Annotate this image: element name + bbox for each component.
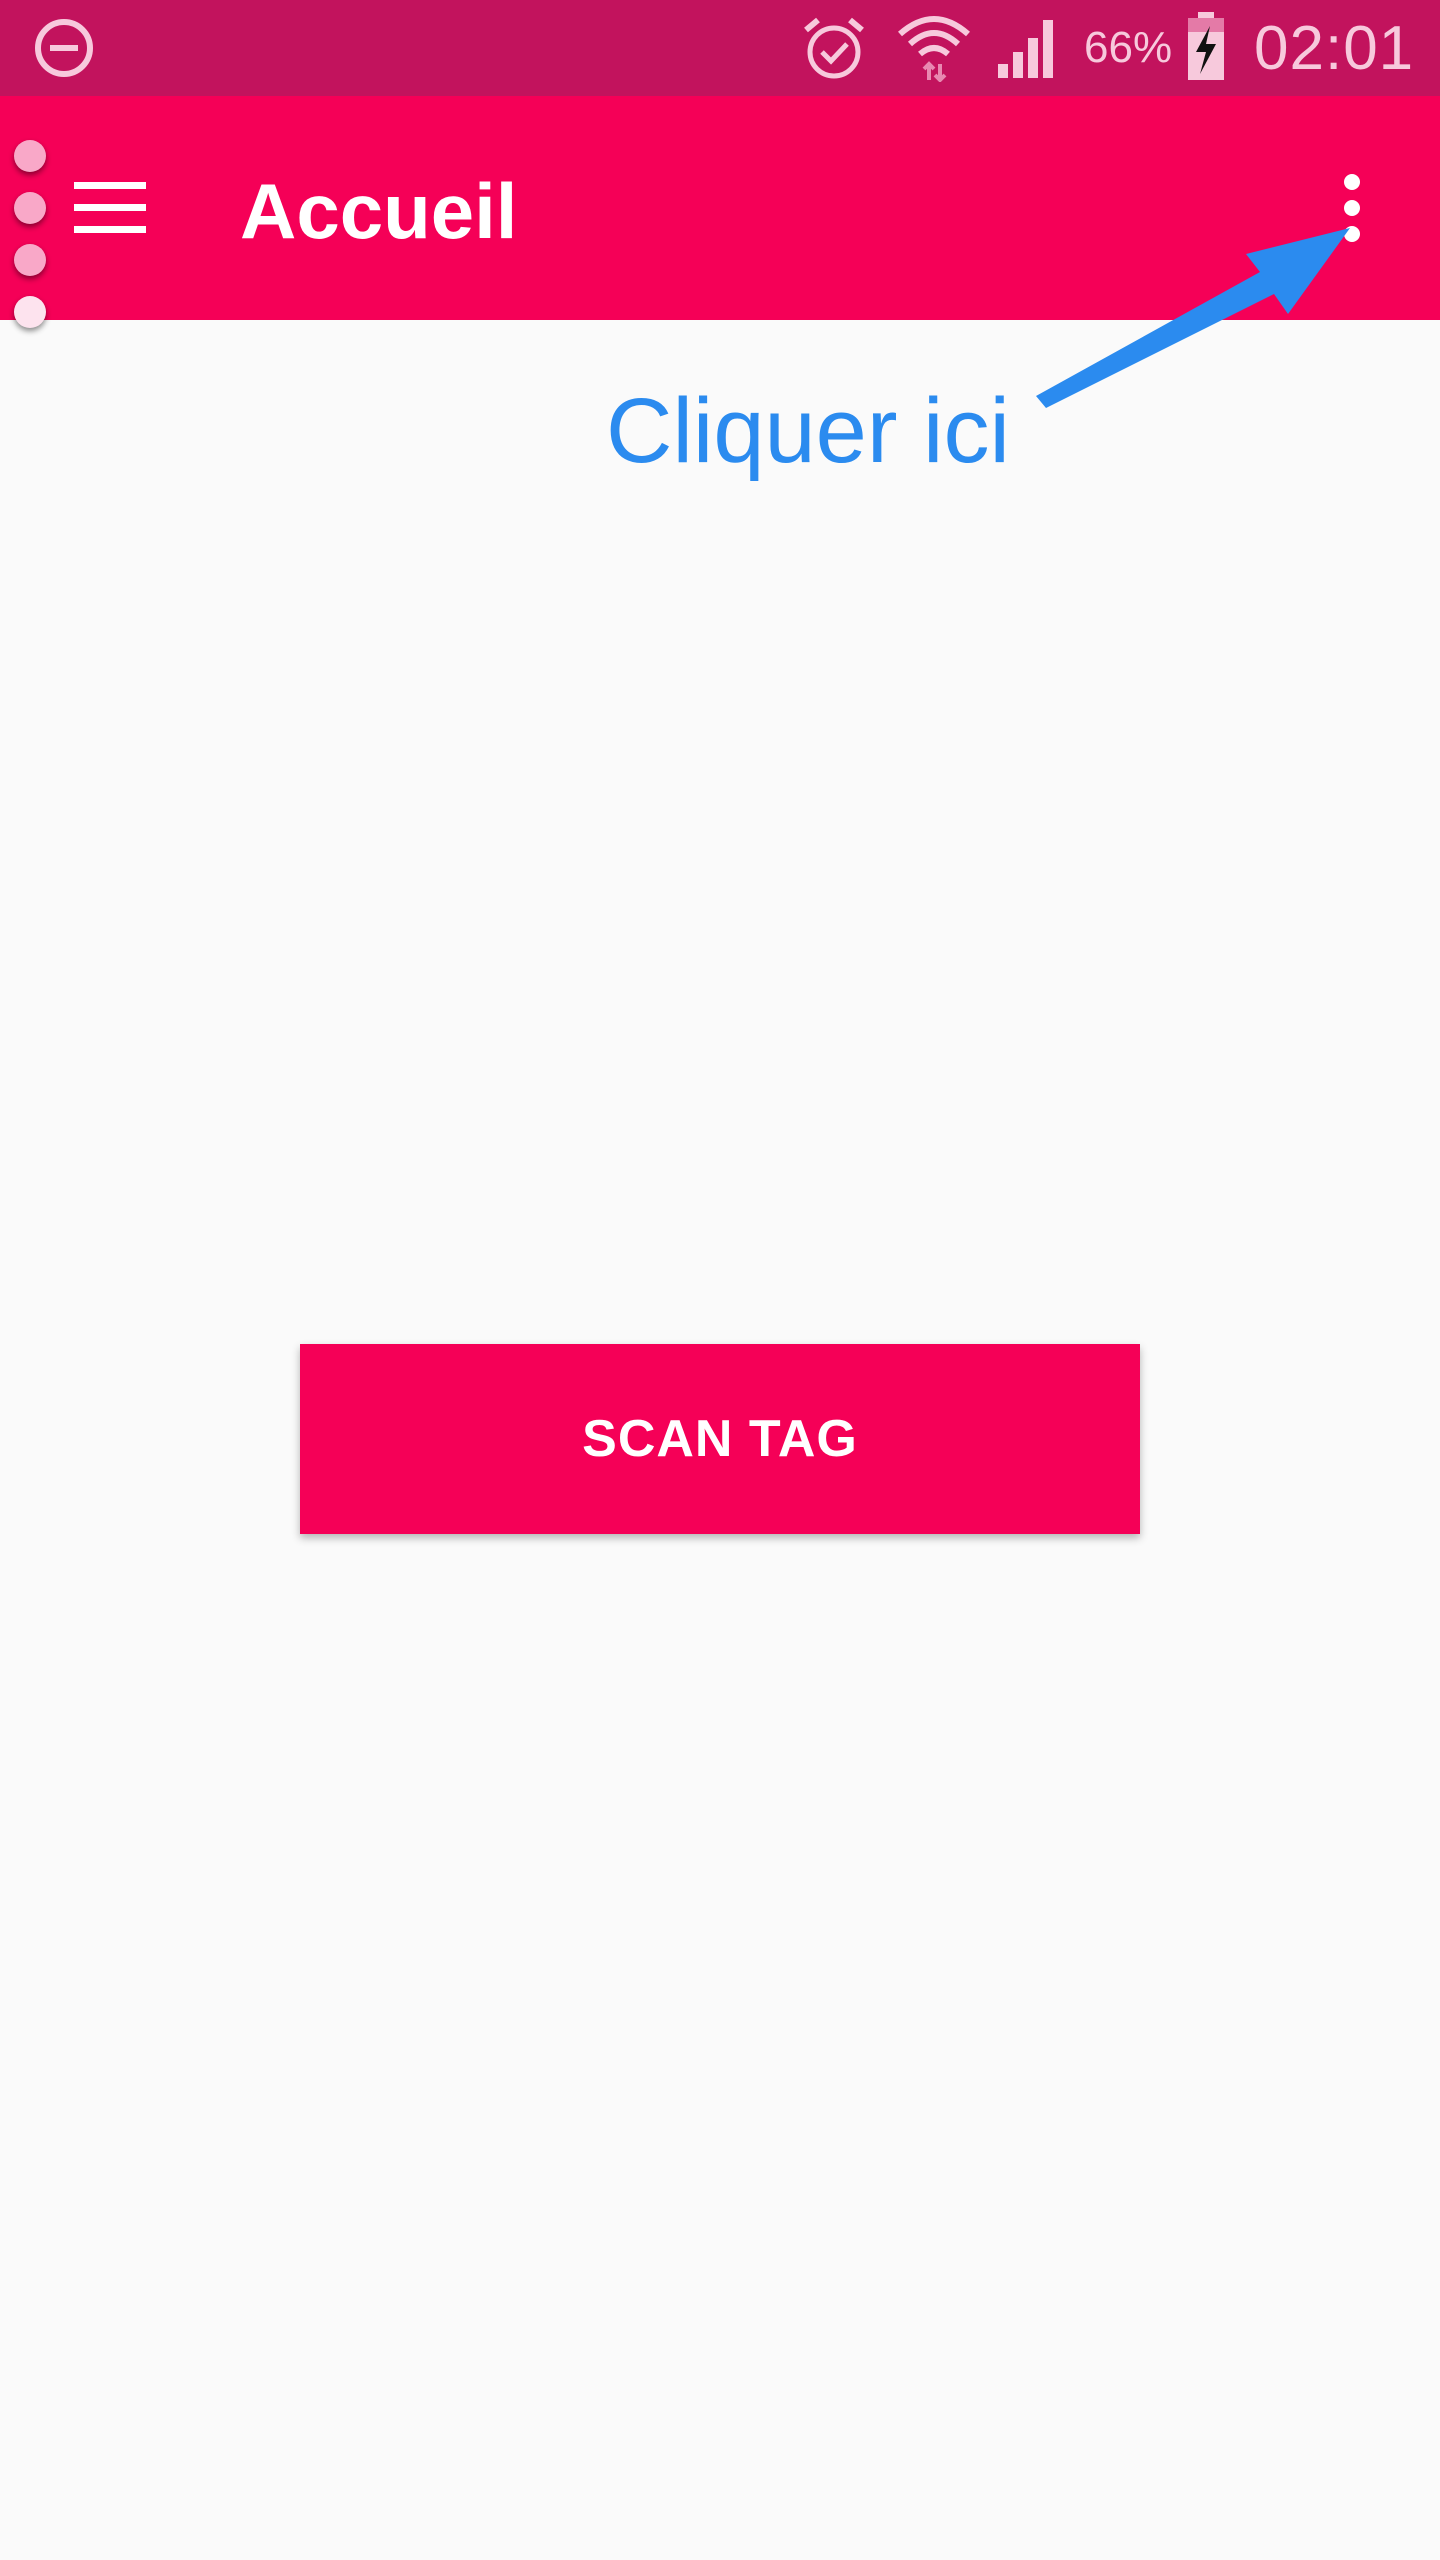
hamburger-menu-icon [74,182,146,233]
navigation-menu-button[interactable] [64,170,156,246]
floating-side-handle[interactable] [10,138,58,338]
handle-dot-icon [14,192,46,224]
handle-dot-icon [14,296,46,328]
signal-icon [996,16,1062,78]
wifi-icon [896,10,972,83]
do-not-disturb-icon [32,16,96,80]
annotation-label: Cliquer ici [606,380,1010,482]
clock: 02:01 [1254,14,1415,83]
annotation-arrow-icon [1036,228,1350,408]
page-title: Accueil [240,167,518,255]
battery-charging-icon [1186,12,1226,82]
status-bar: 66% 02:01 [0,0,1440,96]
handle-dot-icon [14,140,46,172]
battery-percent: 66% [1084,23,1173,72]
scan-tag-button[interactable]: SCAN TAG [300,1344,1140,1534]
handle-dot-icon [14,244,46,276]
alarm-icon [800,14,868,82]
